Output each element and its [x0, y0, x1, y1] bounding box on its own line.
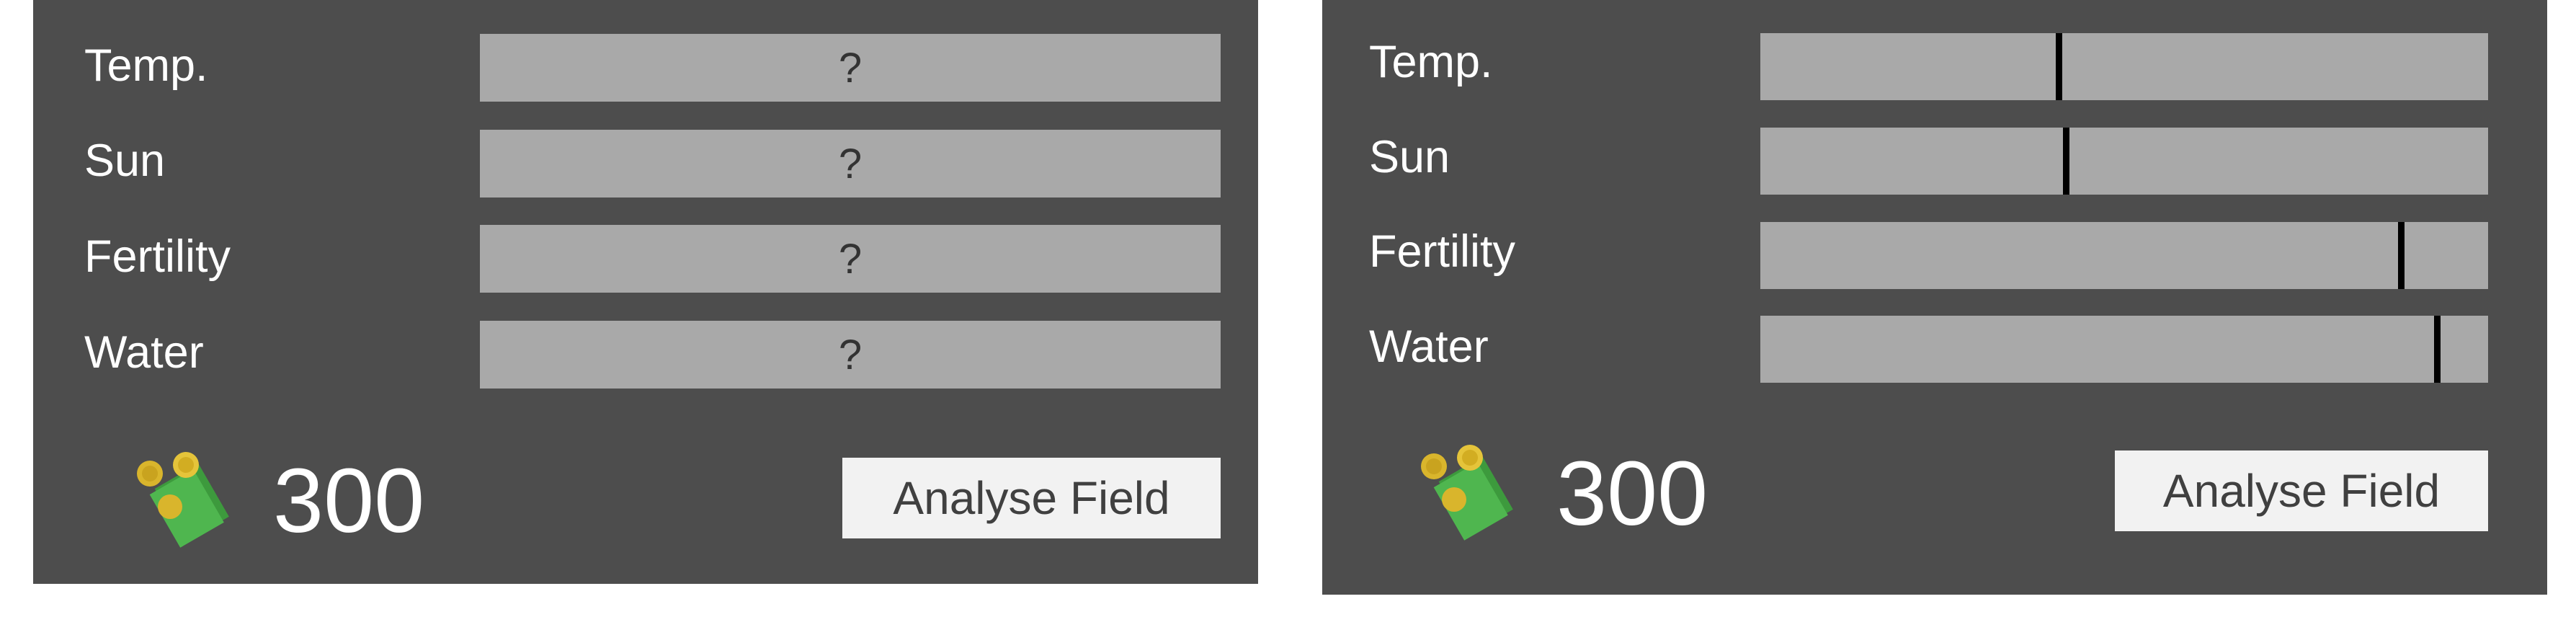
- sun-unknown-value: ?: [838, 140, 863, 187]
- analyse-field-button[interactable]: Analyse Field: [842, 458, 1221, 538]
- field-info-panel-unanalysed: Temp. ? Sun ? Fertility ? Water ? 300 An…: [33, 0, 1258, 584]
- water-label: Water: [1369, 321, 1489, 372]
- analyse-field-button[interactable]: Analyse Field: [2115, 450, 2488, 531]
- sun-label: Sun: [1369, 132, 1450, 182]
- sun-label: Sun: [84, 136, 166, 186]
- money-amount: 300: [273, 450, 425, 551]
- money-amount: 300: [1556, 443, 1708, 544]
- water-label: Water: [84, 327, 204, 378]
- temp-label: Temp.: [1369, 37, 1493, 87]
- fertility-label: Fertility: [84, 231, 231, 282]
- fertility-bar: ?: [480, 225, 1221, 293]
- fertility-level-marker: [2397, 222, 2405, 289]
- field-info-panel-analysed: Temp. Sun Fertility Water 300 Analyse Fi…: [1322, 0, 2547, 595]
- water-level-marker: [2434, 316, 2441, 383]
- fertility-label: Fertility: [1369, 226, 1515, 277]
- money-icon: [1421, 445, 1513, 541]
- water-bar: ?: [480, 321, 1221, 389]
- temp-label: Temp.: [84, 40, 208, 91]
- water-bar: [1760, 316, 2488, 383]
- temp-bar: [1760, 33, 2488, 100]
- sun-bar: [1760, 128, 2488, 195]
- money-icon: [137, 452, 229, 548]
- temp-unknown-value: ?: [838, 44, 863, 92]
- water-unknown-value: ?: [838, 331, 863, 378]
- temp-bar: ?: [480, 34, 1221, 102]
- temp-level-marker: [2056, 33, 2063, 100]
- fertility-bar: [1760, 222, 2488, 289]
- sun-level-marker: [2063, 128, 2070, 195]
- sun-bar: ?: [480, 130, 1221, 197]
- fertility-unknown-value: ?: [838, 235, 863, 283]
